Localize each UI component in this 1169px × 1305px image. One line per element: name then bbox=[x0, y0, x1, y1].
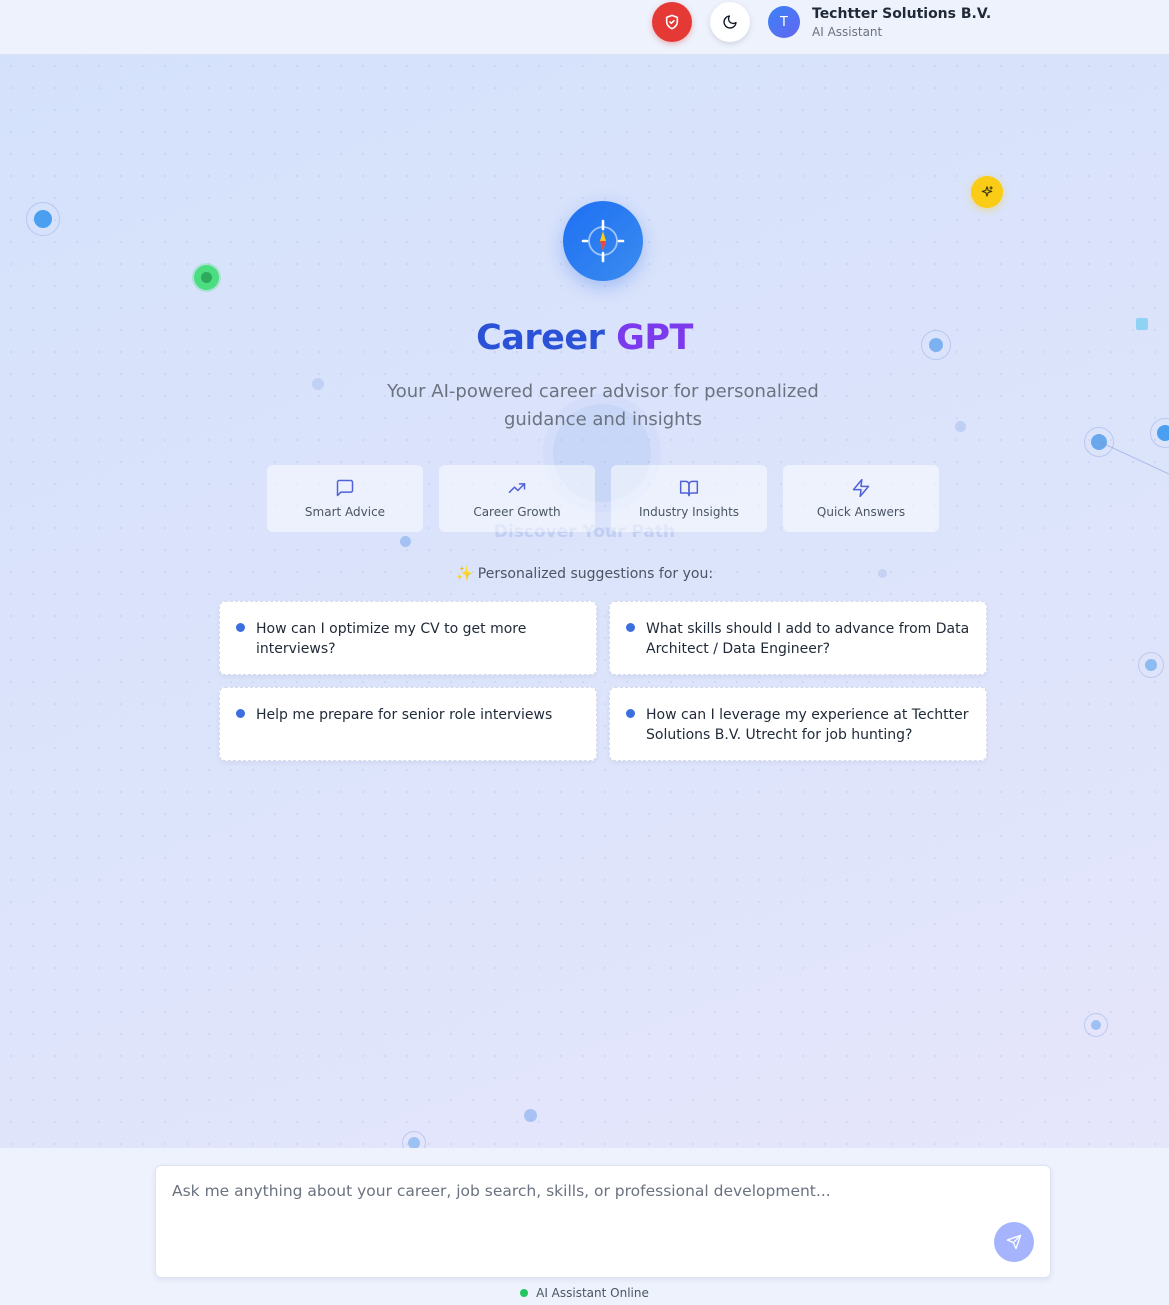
book-open-icon bbox=[679, 480, 699, 497]
feature-list: Smart Advice Career Growth Industry Insi… bbox=[267, 465, 939, 532]
suggestions-grid: How can I optimize my CV to get more int… bbox=[219, 601, 987, 761]
feature-label: Quick Answers bbox=[816, 505, 906, 519]
bullet-dot bbox=[626, 709, 635, 718]
decor-line bbox=[1100, 441, 1169, 475]
suggestion-text: How can I leverage my experience at Tech… bbox=[646, 707, 969, 743]
page-title: Career GPT bbox=[0, 318, 1169, 358]
decor-dot bbox=[1157, 425, 1169, 441]
moon-icon bbox=[723, 15, 737, 29]
feature-career-growth: Career Growth bbox=[439, 465, 595, 532]
feature-industry-insights: Industry Insights bbox=[611, 465, 767, 532]
sparkles-icon bbox=[981, 186, 993, 197]
send-icon bbox=[1006, 1234, 1022, 1250]
status-text: AI Assistant Online bbox=[536, 1286, 649, 1300]
chat-input[interactable] bbox=[172, 1182, 982, 1262]
feature-quick-answers: Quick Answers bbox=[783, 465, 939, 532]
company-name: Techtter Solutions B.V. bbox=[812, 6, 992, 22]
suggestion-text: What skills should I add to advance from… bbox=[646, 621, 970, 657]
suggestion-card[interactable]: How can I leverage my experience at Tech… bbox=[609, 687, 987, 761]
feature-label: Career Growth bbox=[473, 505, 561, 519]
top-bar: T Techtter Solutions B.V. AI Assistant bbox=[0, 0, 1169, 55]
career-gpt-logo bbox=[563, 201, 643, 281]
assistant-status: AI Assistant Online bbox=[0, 1286, 1169, 1300]
decor-dot bbox=[524, 1109, 537, 1122]
feature-label: Smart Advice bbox=[304, 505, 386, 519]
sparkles-badge bbox=[971, 176, 1003, 208]
feature-label: Industry Insights bbox=[638, 505, 740, 519]
decor-dot bbox=[34, 210, 52, 228]
compass-icon bbox=[581, 219, 625, 263]
bullet-dot bbox=[236, 709, 245, 718]
decor-dot bbox=[312, 378, 324, 390]
bullet-dot bbox=[236, 623, 245, 632]
shield-check-icon bbox=[665, 14, 679, 30]
title-career: Career bbox=[476, 318, 605, 358]
decor-dot bbox=[1145, 659, 1157, 671]
chat-composer bbox=[155, 1165, 1051, 1278]
avatar[interactable]: T bbox=[768, 6, 800, 38]
theme-toggle-button[interactable] bbox=[710, 2, 750, 42]
send-button[interactable] bbox=[994, 1222, 1034, 1262]
tagline: Your AI-powered career advisor for perso… bbox=[387, 381, 819, 430]
assistant-subtitle: AI Assistant bbox=[812, 25, 883, 39]
trending-up-icon bbox=[508, 483, 526, 493]
zap-icon bbox=[852, 478, 870, 498]
security-button[interactable] bbox=[652, 2, 692, 42]
suggestion-card[interactable]: How can I optimize my CV to get more int… bbox=[219, 601, 597, 675]
decor-dot bbox=[201, 272, 212, 283]
suggestion-text: How can I optimize my CV to get more int… bbox=[256, 621, 527, 657]
suggestion-text: Help me prepare for senior role intervie… bbox=[256, 707, 553, 723]
feature-smart-advice: Smart Advice bbox=[267, 465, 423, 532]
suggestion-card[interactable]: What skills should I add to advance from… bbox=[609, 601, 987, 675]
decor-dot bbox=[1091, 1020, 1101, 1030]
bullet-dot bbox=[626, 623, 635, 632]
message-square-icon bbox=[336, 479, 354, 497]
online-indicator bbox=[520, 1288, 529, 1297]
title-gpt: GPT bbox=[616, 318, 693, 358]
decor-dot bbox=[955, 421, 966, 432]
suggestion-card[interactable]: Help me prepare for senior role intervie… bbox=[219, 687, 597, 761]
suggestions-heading: ✨ Personalized suggestions for you: bbox=[455, 566, 714, 582]
